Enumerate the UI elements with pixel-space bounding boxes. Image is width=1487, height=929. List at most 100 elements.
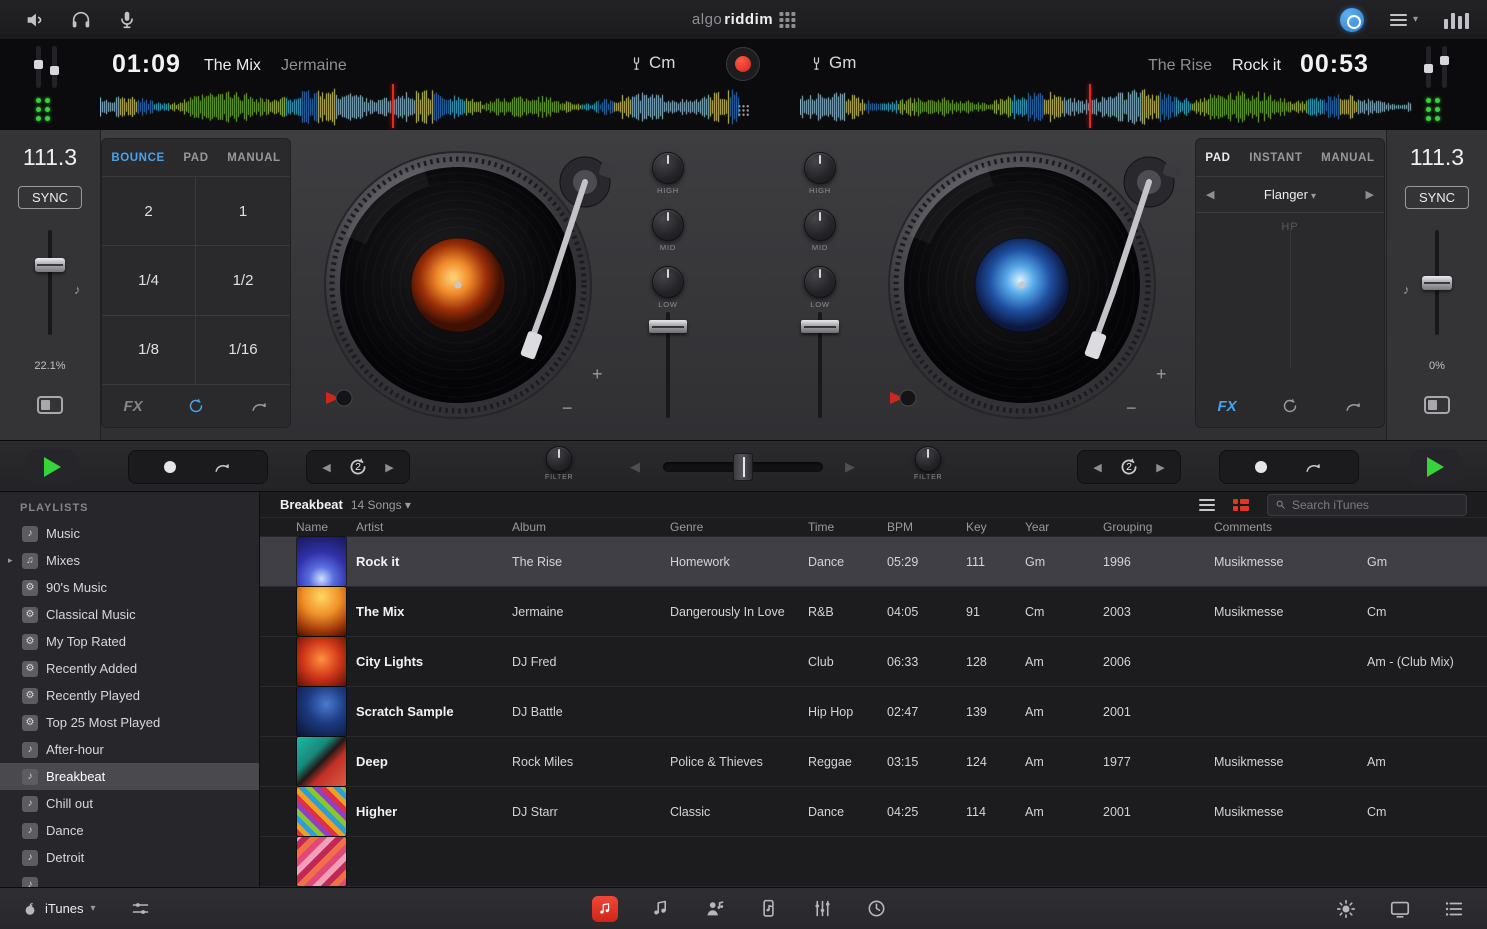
effect-selector[interactable]: Flanger ▾ (1264, 187, 1316, 202)
turntable-right[interactable]: + − (850, 140, 1194, 440)
library-tab-songs-active[interactable] (592, 895, 618, 922)
loop-double-button-right[interactable]: ▶ (1156, 461, 1164, 474)
deck-library-icon-right[interactable] (1424, 396, 1450, 414)
search-input[interactable] (1292, 497, 1460, 512)
loop-double-button-left[interactable]: ▶ (385, 461, 393, 474)
eq-high-knob-left[interactable]: HIGH (652, 152, 684, 195)
source-selector[interactable]: iTunes ▾ (22, 901, 96, 917)
eq-low-knob-right[interactable]: LOW (804, 266, 836, 309)
bounce-pad[interactable]: 1/2 (196, 246, 290, 316)
volume-fader-right[interactable] (801, 320, 839, 333)
library-tab-artists[interactable] (704, 898, 726, 920)
crossfader-handle[interactable] (733, 453, 753, 481)
sidebar-item-breakbeat[interactable]: ♪ Breakbeat (0, 763, 259, 790)
tab-bounce[interactable]: BOUNCE (111, 152, 164, 164)
sidebar-item-top-25-most-played[interactable]: ⚙ Top 25 Most Played (0, 709, 259, 736)
slip-button-left[interactable] (212, 457, 232, 477)
display-mode-icon[interactable] (1389, 898, 1411, 920)
sidebar-item-my-top-rated[interactable]: ⚙ My Top Rated (0, 628, 259, 655)
library-tab-queue[interactable] (812, 898, 834, 920)
filter-knob-right[interactable]: FILTER (914, 446, 942, 481)
eq-low-knob-left[interactable]: LOW (652, 266, 684, 309)
bounce-pad[interactable]: 1 (196, 177, 290, 247)
table-row[interactable]: City Lights DJ Fred Club 06:33 128 Am 20… (260, 637, 1487, 687)
turntable-left[interactable]: + − (286, 140, 630, 440)
cue-record-button-left[interactable] (164, 461, 177, 473)
table-row[interactable]: Higher DJ Starr Classic Dance 04:25 114 … (260, 787, 1487, 837)
eq-mid-knob-right[interactable]: MID (804, 209, 836, 252)
library-tab-history[interactable] (866, 898, 888, 920)
crossfade-settings-icon[interactable] (130, 898, 152, 920)
volume-icon[interactable] (24, 9, 46, 31)
sidebar-item-after-hour[interactable]: ♪ After-hour (0, 736, 259, 763)
deck-library-icon-left[interactable] (37, 396, 63, 414)
track-list-icon[interactable] (1443, 898, 1465, 920)
effect-prev-button[interactable]: ◀ (1206, 188, 1214, 201)
bounce-pad[interactable]: 2 (102, 177, 196, 247)
bounce-pad[interactable]: 1/8 (102, 315, 196, 385)
sidebar-item-recently-played[interactable]: ⚙ Recently Played (0, 682, 259, 709)
play-button-left[interactable] (28, 449, 76, 485)
sidebar-item-music[interactable]: ♪ Music (0, 520, 259, 547)
sidebar-item-90s-music[interactable]: ⚙ 90's Music (0, 574, 259, 601)
eq-mid-knob-left[interactable]: MID (652, 209, 684, 252)
bounce-pad[interactable]: 1/16 (196, 316, 290, 385)
sidebar-item-classical-music[interactable]: ⚙ Classical Music (0, 601, 259, 628)
loop-halve-button-right[interactable]: ◀ (1093, 461, 1101, 474)
loop-length-badge-right[interactable]: 2 (1117, 455, 1141, 479)
headphones-icon[interactable] (70, 9, 92, 31)
tab-pad-left[interactable]: PAD (183, 152, 208, 164)
sidebar-item-recently-added[interactable]: ⚙ Recently Added (0, 655, 259, 682)
loop-icon-right[interactable] (1280, 396, 1300, 416)
cue-record-button-right[interactable] (1255, 461, 1268, 473)
filter-knob-left[interactable]: FILTER (545, 446, 573, 481)
fx-label-left[interactable]: FX (123, 398, 142, 415)
slip-button-right[interactable] (1303, 457, 1323, 477)
brightness-icon[interactable] (1335, 898, 1357, 920)
slip-icon-right[interactable] (1343, 396, 1363, 416)
waveform-right[interactable] (800, 88, 1412, 126)
tab-pad-right[interactable]: PAD (1205, 152, 1230, 164)
library-tab-device[interactable] (758, 898, 780, 920)
menu-button[interactable]: ▾ (1389, 11, 1418, 29)
table-header-row[interactable]: Name Artist Album Genre Time BPM Key Yea… (260, 518, 1487, 537)
sync-button-left[interactable]: SYNC (17, 186, 83, 209)
table-row[interactable]: Rock it The Rise Homework Dance 05:29 11… (260, 537, 1487, 587)
sidebar-item-mixes[interactable]: ▸ ♫ Mixes (0, 547, 259, 574)
slip-icon-left[interactable] (249, 396, 269, 416)
sidebar-item-dance[interactable]: ♪ Dance (0, 817, 259, 844)
loop-length-badge-left[interactable]: 2 (346, 455, 370, 479)
fx-label-right[interactable]: FX (1217, 398, 1236, 415)
microphone-icon[interactable] (116, 9, 138, 31)
sidebar-item-chill-out[interactable]: ♪ Chill out (0, 790, 259, 817)
table-row[interactable]: Deep Rock Miles Police & Thieves Reggae … (260, 737, 1487, 787)
table-row-partial[interactable] (260, 837, 1487, 887)
status-blue-button[interactable] (1339, 7, 1364, 32)
view-columns-button[interactable] (1444, 11, 1469, 29)
record-button[interactable] (726, 47, 760, 81)
loop-icon-left[interactable] (186, 396, 206, 416)
crossfader[interactable] (663, 453, 823, 481)
library-tab-music[interactable] (650, 898, 672, 920)
table-row[interactable]: Scratch Sample DJ Battle Hip Hop 02:47 1… (260, 687, 1487, 737)
fx-xy-pad[interactable]: HP (1196, 213, 1384, 385)
eq-high-knob-right[interactable]: HIGH (804, 152, 836, 195)
waveform-left[interactable] (100, 88, 740, 126)
sync-button-right[interactable]: SYNC (1404, 186, 1470, 209)
loop-halve-button-left[interactable]: ◀ (322, 461, 330, 474)
table-row[interactable]: The Mix Jermaine Dangerously In Love R&B… (260, 587, 1487, 637)
tab-instant[interactable]: INSTANT (1249, 152, 1302, 164)
search-field[interactable] (1267, 493, 1467, 516)
bounce-pad[interactable]: 1/4 (102, 246, 196, 316)
grid-view-button[interactable] (1233, 498, 1249, 511)
tab-manual-left[interactable]: MANUAL (227, 152, 280, 164)
sidebar-item-partial[interactable]: ♪ (0, 871, 259, 887)
tab-manual-right[interactable]: MANUAL (1321, 152, 1374, 164)
sidebar-item-detroit[interactable]: ♪ Detroit (0, 844, 259, 871)
pitch-fader-right[interactable] (1422, 276, 1452, 290)
volume-fader-left[interactable] (649, 320, 687, 333)
list-view-button[interactable] (1199, 496, 1215, 514)
pitch-fader-left[interactable] (35, 258, 65, 272)
disclosure-icon[interactable]: ▸ (8, 555, 13, 566)
effect-next-button[interactable]: ▶ (1366, 188, 1374, 201)
